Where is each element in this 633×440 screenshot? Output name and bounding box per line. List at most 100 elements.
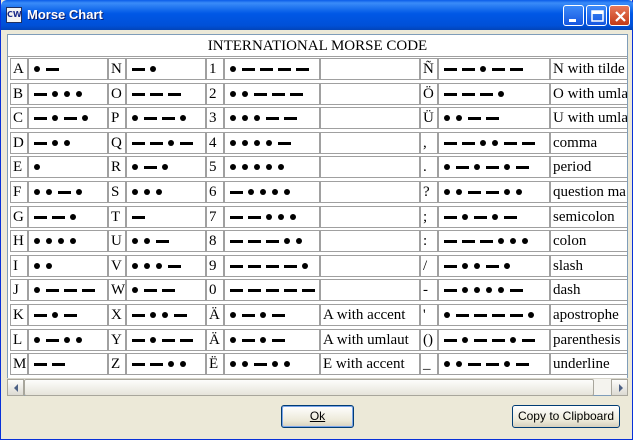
horizontal-scrollbar[interactable] [7,378,628,396]
morse-code-cell[interactable] [28,279,108,301]
character-cell[interactable]: T [108,206,126,228]
description-cell[interactable] [320,255,420,277]
description-cell[interactable] [320,206,420,228]
morse-code-cell[interactable] [28,181,108,203]
morse-code-cell[interactable] [224,58,320,80]
character-cell[interactable]: 3 [206,107,224,129]
description-cell[interactable]: underline [550,353,627,375]
description-cell[interactable] [320,132,420,154]
character-cell[interactable]: 6 [206,181,224,203]
morse-code-cell[interactable] [126,156,206,178]
description-cell[interactable] [320,279,420,301]
morse-code-cell[interactable] [126,107,206,129]
character-cell[interactable]: Ä [206,329,224,351]
morse-code-cell[interactable] [126,329,206,351]
character-cell[interactable]: W [108,279,126,301]
morse-code-cell[interactable] [126,255,206,277]
character-cell[interactable]: J [10,279,28,301]
character-cell[interactable]: Ü [420,107,438,129]
description-cell[interactable]: question ma [550,181,627,203]
description-cell[interactable]: A with accent [320,304,420,326]
character-cell[interactable]: P [108,107,126,129]
morse-code-cell[interactable] [224,156,320,178]
character-cell[interactable]: Ë [206,353,224,375]
character-cell[interactable]: , [420,132,438,154]
maximize-button[interactable] [586,5,607,26]
character-cell[interactable]: 5 [206,156,224,178]
character-cell[interactable]: 2 [206,83,224,105]
character-cell[interactable]: 7 [206,206,224,228]
character-cell[interactable]: S [108,181,126,203]
copy-to-clipboard-button[interactable]: Copy to Clipboard [512,405,620,428]
character-cell[interactable]: L [10,329,28,351]
morse-code-cell[interactable] [224,132,320,154]
character-cell[interactable]: C [10,107,28,129]
morse-code-cell[interactable] [28,58,108,80]
morse-code-cell[interactable] [28,304,108,326]
character-cell[interactable]: H [10,230,28,252]
character-cell[interactable]: E [10,156,28,178]
character-cell[interactable]: () [420,329,438,351]
morse-code-cell[interactable] [224,279,320,301]
description-cell[interactable] [320,156,420,178]
character-cell[interactable]: O [108,83,126,105]
morse-code-cell[interactable] [126,279,206,301]
character-cell[interactable]: 4 [206,132,224,154]
character-cell[interactable]: Ñ [420,58,438,80]
morse-code-cell[interactable] [224,181,320,203]
character-cell[interactable]: Z [108,353,126,375]
morse-code-cell[interactable] [28,255,108,277]
morse-code-cell[interactable] [224,304,320,326]
ok-button[interactable]: Ok [281,405,354,428]
description-cell[interactable] [320,107,420,129]
morse-code-cell[interactable] [28,107,108,129]
morse-code-cell[interactable] [438,83,550,105]
description-cell[interactable] [320,58,420,80]
minimize-button[interactable] [563,5,584,26]
morse-code-cell[interactable] [126,206,206,228]
morse-code-cell[interactable] [224,353,320,375]
character-cell[interactable]: K [10,304,28,326]
morse-code-cell[interactable] [28,230,108,252]
morse-code-cell[interactable] [438,58,550,80]
character-cell[interactable]: ' [420,304,438,326]
description-cell[interactable]: semicolon [550,206,627,228]
morse-code-cell[interactable] [28,83,108,105]
close-button[interactable] [609,5,630,26]
character-cell[interactable]: U [108,230,126,252]
morse-code-cell[interactable] [438,132,550,154]
morse-code-cell[interactable] [438,156,550,178]
character-cell[interactable]: 9 [206,255,224,277]
morse-code-cell[interactable] [438,107,550,129]
morse-code-cell[interactable] [224,107,320,129]
morse-code-cell[interactable] [126,132,206,154]
morse-code-cell[interactable] [126,181,206,203]
morse-code-cell[interactable] [126,230,206,252]
morse-code-cell[interactable] [28,156,108,178]
description-cell[interactable]: slash [550,255,627,277]
character-cell[interactable]: _ [420,353,438,375]
morse-code-cell[interactable] [224,329,320,351]
description-cell[interactable]: O with umla [550,83,627,105]
morse-code-cell[interactable] [126,83,206,105]
morse-code-cell[interactable] [438,329,550,351]
description-cell[interactable]: A with umlaut [320,329,420,351]
morse-code-cell[interactable] [224,230,320,252]
morse-code-cell[interactable] [438,304,550,326]
character-cell[interactable]: ; [420,206,438,228]
morse-code-cell[interactable] [28,206,108,228]
morse-code-cell[interactable] [438,353,550,375]
character-cell[interactable]: Ä [206,304,224,326]
scroll-left-button[interactable] [7,379,24,396]
morse-chart-grid[interactable]: INTERNATIONAL MORSE CODE A N 1 Ñ N with tild… [7,34,628,396]
character-cell[interactable]: I [10,255,28,277]
app-icon[interactable]: CW [6,7,22,23]
scrollbar-thumb[interactable] [24,379,594,396]
character-cell[interactable]: 1 [206,58,224,80]
character-cell[interactable]: 8 [206,230,224,252]
morse-code-cell[interactable] [224,206,320,228]
title-bar[interactable]: CW Morse Chart [1,0,633,30]
character-cell[interactable]: - [420,279,438,301]
morse-code-cell[interactable] [438,230,550,252]
character-cell[interactable]: F [10,181,28,203]
